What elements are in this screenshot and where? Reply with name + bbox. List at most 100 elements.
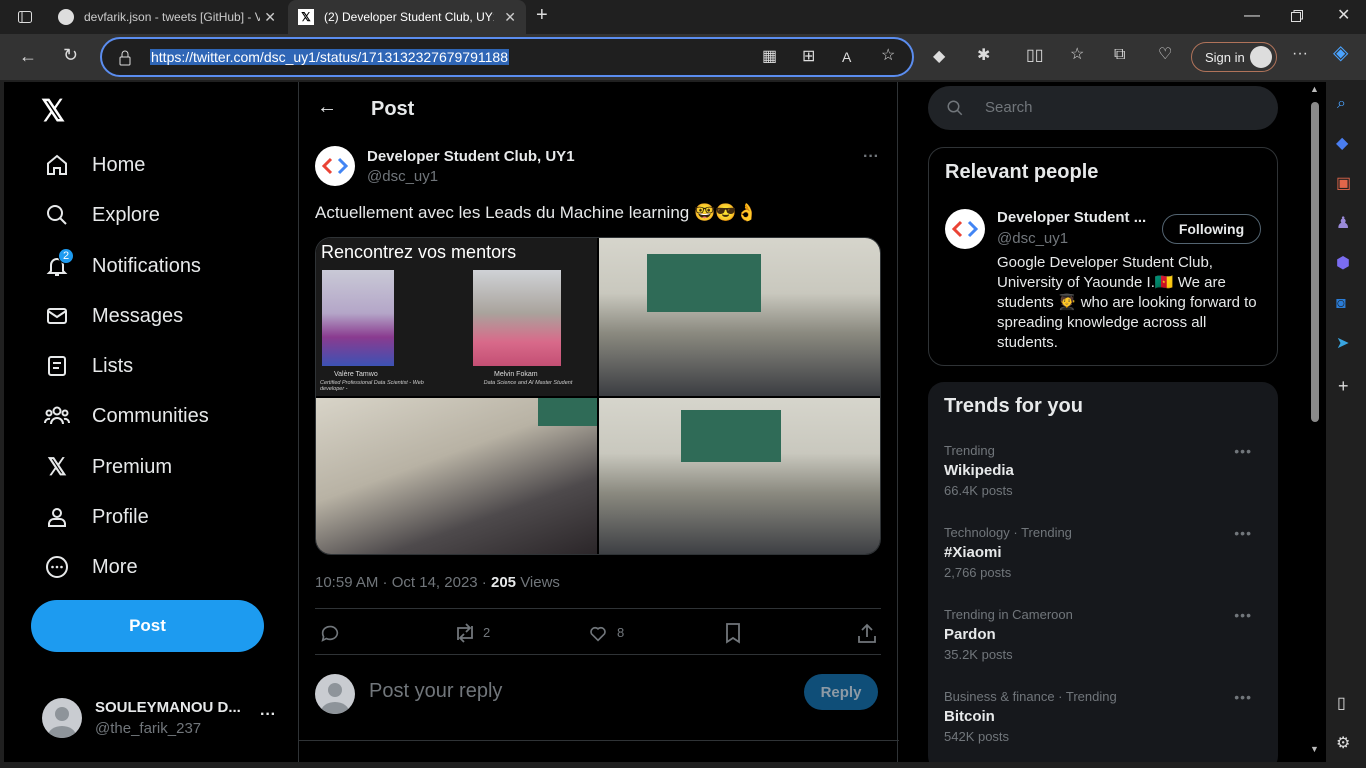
account-more-icon[interactable]: ··· — [260, 706, 276, 724]
mentor-photo-2 — [473, 270, 561, 366]
nav-premium[interactable]: 𝕏 Premium — [44, 447, 172, 487]
like-icon[interactable] — [587, 622, 609, 649]
close-tab-icon[interactable]: ✕ — [264, 9, 276, 26]
sidebar-toggle-icon[interactable]: ▯ — [1337, 696, 1346, 712]
retweet-count: 2 — [483, 625, 491, 640]
add-sidebar-app-icon[interactable]: + — [1338, 377, 1349, 395]
notification-badge: 2 — [58, 248, 74, 264]
share-icon[interactable] — [857, 622, 877, 649]
x-logo-icon[interactable]: 𝕏 — [41, 94, 75, 128]
tweet-date[interactable]: Oct 14, 2023 — [392, 574, 478, 591]
nav-notifications[interactable]: 2 Notifications — [44, 246, 201, 286]
tweet-more-icon[interactable]: ··· — [863, 148, 879, 166]
nav-label: Premium — [92, 455, 173, 478]
people-icon — [44, 403, 70, 429]
restore-icon[interactable] — [1290, 9, 1304, 27]
trend-item[interactable]: Business & finance · Trending Bitcoin 54… — [944, 689, 1264, 744]
favorites-icon[interactable]: ☆ — [1070, 47, 1084, 63]
tweet-time[interactable]: 10:59 AM — [315, 574, 378, 591]
tab-github[interactable]: devfarik.json - tweets [GitHub] - V ✕ — [48, 0, 286, 34]
trend-item[interactable]: Technology · Trending #Xiaomi 2,766 post… — [944, 525, 1264, 580]
search-icon[interactable]: ⌕ — [1337, 96, 1346, 112]
extensions-puzzle-icon[interactable]: ✱ — [977, 48, 990, 64]
search-input[interactable]: Search — [985, 99, 1033, 116]
trend-more-icon[interactable]: ••• — [1234, 525, 1252, 541]
nav-home[interactable]: Home — [44, 145, 145, 185]
more-options-icon[interactable]: ··· — [1292, 46, 1308, 62]
mentor-name-2: Melvin Fokam — [494, 371, 538, 378]
avatar — [315, 674, 355, 714]
scrollbar-thumb[interactable] — [1311, 102, 1319, 422]
nav-lists[interactable]: Lists — [44, 346, 133, 386]
nav-profile[interactable]: Profile — [44, 497, 149, 537]
read-aloud-icon[interactable]: A — [842, 49, 851, 65]
url-field[interactable]: https://twitter.com/dsc_uy1/status/17131… — [100, 37, 914, 77]
tweet-image-3[interactable] — [316, 398, 597, 554]
split-screen-icon[interactable]: ⊞ — [802, 49, 815, 65]
favorite-star-icon[interactable]: ☆ — [881, 48, 895, 64]
retweet-icon[interactable] — [453, 622, 477, 649]
tab-actions-icon[interactable] — [17, 9, 33, 29]
scroll-up-icon[interactable]: ▲ — [1310, 84, 1319, 94]
search-box[interactable]: Search — [928, 86, 1278, 130]
url-text[interactable]: https://twitter.com/dsc_uy1/status/17131… — [150, 49, 509, 65]
nav-label: Notifications — [92, 254, 201, 277]
trend-more-icon[interactable]: ••• — [1234, 689, 1252, 705]
author-name[interactable]: Developer Student Club, UY1 — [367, 148, 575, 165]
tweet-image-1[interactable]: Rencontrez vos mentors Valère Tamwo Cert… — [316, 238, 597, 396]
extension-icon[interactable]: ◆ — [933, 49, 945, 65]
games-icon[interactable]: ♟ — [1336, 216, 1350, 232]
reply-icon[interactable] — [319, 622, 341, 649]
collections-icon[interactable]: ⧉ — [1114, 47, 1125, 63]
nav-more[interactable]: More — [44, 547, 138, 587]
nav-communities[interactable]: Communities — [44, 396, 209, 436]
bookmark-icon[interactable] — [723, 622, 743, 649]
telegram-icon[interactable]: ➤ — [1336, 336, 1349, 352]
microsoft-365-icon[interactable]: ⬢ — [1336, 256, 1350, 272]
tab-twitter[interactable]: 𝕏 (2) Developer Student Club, UY1 ✕ — [288, 0, 526, 34]
scroll-down-icon[interactable]: ▼ — [1310, 744, 1319, 754]
trend-count: 66.4K posts — [944, 483, 1013, 498]
author-avatar[interactable] — [315, 146, 355, 186]
trend-item[interactable]: Trending in Cameroon Pardon 35.2K posts … — [944, 607, 1264, 662]
nav-messages[interactable]: Messages — [44, 296, 183, 336]
sign-in-button[interactable]: Sign in — [1191, 42, 1277, 72]
close-window-icon[interactable]: ✕ — [1337, 8, 1350, 24]
chalkboard — [681, 410, 781, 462]
minimize-icon[interactable]: — — [1244, 8, 1260, 24]
shopping-tag-icon[interactable]: ◆ — [1336, 136, 1348, 152]
copilot-icon[interactable]: ◈ — [1333, 43, 1348, 63]
back-arrow-icon[interactable]: ← — [317, 96, 337, 119]
tools-icon[interactable]: ▣ — [1336, 176, 1351, 192]
person-avatar[interactable] — [945, 209, 985, 249]
outlook-icon[interactable]: ◙ — [1336, 296, 1346, 312]
page-title: Post — [371, 98, 415, 120]
sign-in-label: Sign in — [1205, 50, 1245, 65]
refresh-icon[interactable]: ↻ — [63, 46, 78, 64]
lock-icon[interactable] — [118, 50, 132, 70]
reply-button[interactable]: Reply — [804, 674, 878, 710]
tweet-image-4[interactable] — [599, 398, 880, 554]
post-button[interactable]: Post — [31, 600, 264, 652]
nav-explore[interactable]: Explore — [44, 195, 160, 235]
page-scrollbar[interactable]: ▲ ▼ — [1307, 82, 1326, 762]
tweet-media-grid[interactable]: Rencontrez vos mentors Valère Tamwo Cert… — [315, 237, 881, 555]
account-switcher[interactable]: SOULEYMANOU D... @the_farik_237 ··· — [32, 686, 282, 746]
new-tab-icon[interactable]: + — [536, 5, 548, 25]
tweet-image-2[interactable] — [599, 238, 880, 396]
reply-input[interactable]: Post your reply — [369, 680, 502, 703]
following-button[interactable]: Following — [1162, 214, 1261, 244]
split-view-icon[interactable]: ▯▯ — [1026, 48, 1044, 64]
back-icon[interactable]: ← — [19, 47, 37, 65]
person-name[interactable]: Developer Student ... — [997, 209, 1146, 226]
trend-item[interactable]: Trending Wikipedia 66.4K posts ••• — [944, 443, 1264, 498]
author-handle[interactable]: @dsc_uy1 — [367, 168, 438, 185]
person-handle[interactable]: @dsc_uy1 — [997, 230, 1068, 247]
app-available-icon[interactable]: ▦ — [762, 49, 777, 65]
close-tab-icon[interactable]: ✕ — [504, 9, 516, 26]
browser-essentials-icon[interactable]: ♡ — [1158, 47, 1172, 63]
trend-more-icon[interactable]: ••• — [1234, 443, 1252, 459]
settings-gear-icon[interactable]: ⚙ — [1336, 736, 1350, 752]
trend-more-icon[interactable]: ••• — [1234, 607, 1252, 623]
divider — [315, 608, 881, 609]
